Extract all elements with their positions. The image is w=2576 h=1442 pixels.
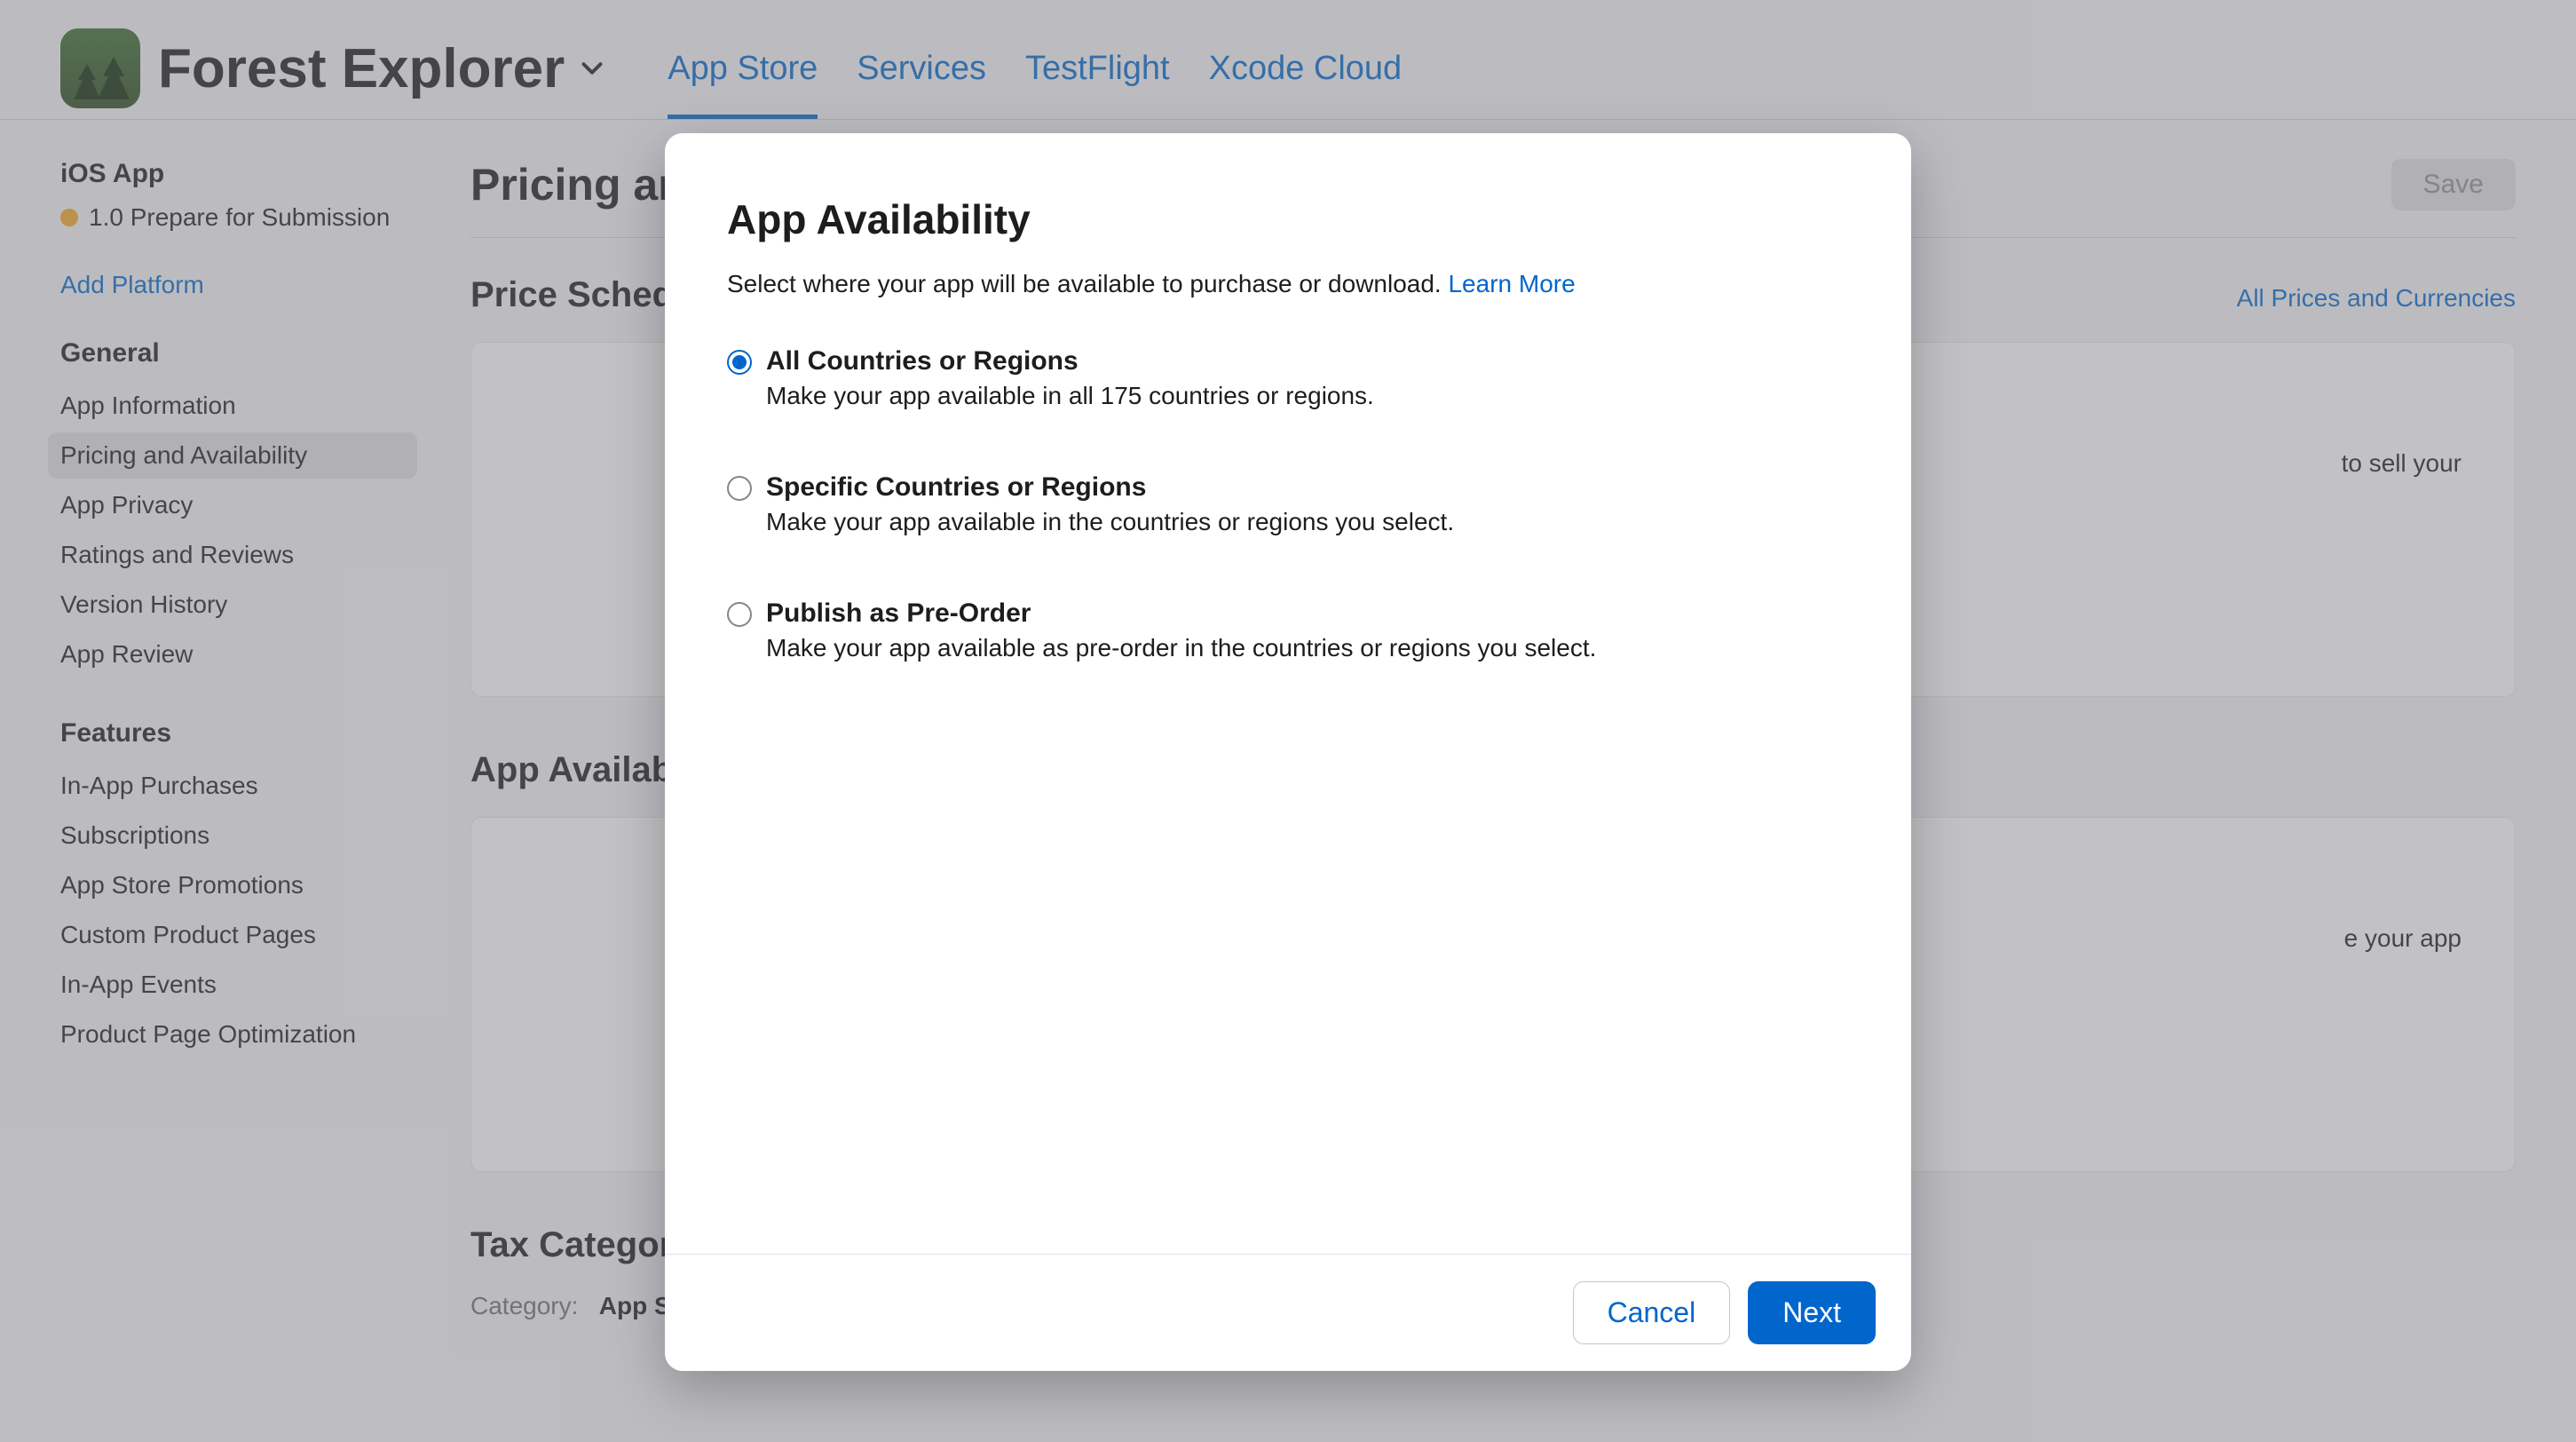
radio-option-2[interactable]: Publish as Pre-Order Make your app availa… [727,598,1849,662]
radio-label: All Countries or Regions [766,346,1374,376]
modal-footer: Cancel Next [665,1254,1911,1371]
modal-body: App Availability Select where your app w… [665,133,1911,1254]
radio-circle-icon[interactable] [727,350,752,375]
learn-more-link[interactable]: Learn More [1448,270,1575,297]
radio-texts: All Countries or Regions Make your app av… [766,346,1374,410]
modal-subtitle-text: Select where your app will be available … [727,270,1442,297]
radio-texts: Publish as Pre-Order Make your app availa… [766,598,1596,662]
modal-overlay: App Availability Select where your app w… [0,0,2576,1442]
radio-texts: Specific Countries or Regions Make your a… [766,472,1454,536]
radio-description: Make your app available in the countries… [766,508,1454,536]
radio-circle-icon[interactable] [727,602,752,627]
next-button[interactable]: Next [1748,1281,1876,1344]
radio-circle-icon[interactable] [727,476,752,501]
radio-option-1[interactable]: Specific Countries or Regions Make your a… [727,472,1849,536]
radio-group: All Countries or Regions Make your app av… [727,346,1849,662]
radio-description: Make your app available as pre-order in … [766,634,1596,662]
modal-title: App Availability [727,195,1849,243]
radio-option-0[interactable]: All Countries or Regions Make your app av… [727,346,1849,410]
app-availability-modal: App Availability Select where your app w… [665,133,1911,1371]
radio-label: Publish as Pre-Order [766,598,1596,629]
cancel-button[interactable]: Cancel [1573,1281,1731,1344]
radio-description: Make your app available in all 175 count… [766,382,1374,410]
radio-label: Specific Countries or Regions [766,472,1454,503]
modal-subtitle: Select where your app will be available … [727,270,1849,298]
